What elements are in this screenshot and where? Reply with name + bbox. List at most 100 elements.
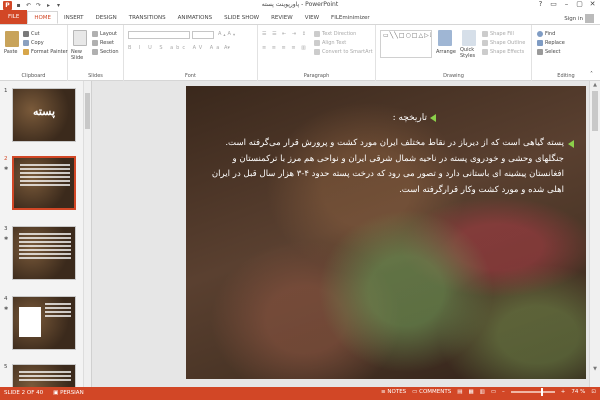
thumbnail-image[interactable] xyxy=(12,296,76,350)
sign-in-link[interactable]: Sign in xyxy=(564,14,594,23)
text-direction-button[interactable]: Text Direction xyxy=(314,31,356,37)
shape-fill-button[interactable]: Shape Fill xyxy=(482,31,514,37)
reading-view-icon[interactable]: ▥ xyxy=(480,389,485,395)
minimize-button[interactable]: – xyxy=(561,0,572,9)
replace-icon xyxy=(537,40,543,46)
animation-star-icon: ✱ xyxy=(4,306,9,312)
thumbnail-image[interactable] xyxy=(12,364,76,387)
zoom-slider[interactable] xyxy=(510,388,555,396)
slide-canvas[interactable]: تاریخچه : پسته گیاهی است که از دیرباز در… xyxy=(186,86,586,379)
notes-button[interactable]: ≡ NOTES xyxy=(381,389,406,395)
reset-icon xyxy=(92,40,98,46)
language-indicator[interactable]: ▣ PERSIAN xyxy=(53,390,84,396)
drawing-group: ▭╲╲□○□△▷☐▶╲╭╮↳⇨⇩☆{} Arrange Quick Styles… xyxy=(376,25,532,81)
list-buttons[interactable]: ☰ ☰ ⇤ ⇥ ↕ xyxy=(262,31,308,37)
tab-fileminimizer[interactable]: FILEminimizer xyxy=(325,12,376,24)
slides-group-label: Slides xyxy=(88,73,103,79)
close-button[interactable]: ✕ xyxy=(587,0,598,9)
tab-home[interactable]: HOME xyxy=(27,11,59,24)
thumbnail-number: 2 xyxy=(4,156,8,162)
quick-styles-icon[interactable] xyxy=(462,30,476,46)
paste-icon[interactable] xyxy=(5,31,19,47)
slide-sorter-icon[interactable]: ▦ xyxy=(468,389,473,395)
slide-body-textbox[interactable]: پسته گیاهی است که از دیرباز در نقاط مختل… xyxy=(200,136,574,198)
font-color-button[interactable]: A▾ xyxy=(224,45,230,51)
quick-styles-button[interactable]: Quick Styles xyxy=(460,47,480,59)
slide-heading[interactable]: تاریخچه : xyxy=(393,113,436,123)
thumbnail-scroll-thumb[interactable] xyxy=(85,93,90,129)
tab-design[interactable]: DESIGN xyxy=(90,12,123,24)
scroll-up-icon[interactable]: ▲ xyxy=(590,81,600,89)
new-slide-icon[interactable] xyxy=(73,30,87,46)
bullet-arrow-icon xyxy=(430,114,436,122)
grow-shrink-font[interactable]: A ▴ A ▾ xyxy=(218,31,235,37)
animation-star-icon: ✱ xyxy=(4,166,9,172)
tab-insert[interactable]: INSERT xyxy=(58,12,89,24)
slide-counter: SLIDE 2 OF 40 xyxy=(4,390,44,396)
paste-button[interactable]: Paste xyxy=(4,49,18,55)
thumbnail-image[interactable] xyxy=(12,226,76,280)
avatar xyxy=(585,14,594,23)
tab-view[interactable]: VIEW xyxy=(299,12,325,24)
tab-slide-show[interactable]: SLIDE SHOW xyxy=(218,12,265,24)
paragraph-group: ☰ ☰ ⇤ ⇥ ↕ ≡ ≡ ≡ ≡ ▥ Text Direction Align… xyxy=(258,25,376,81)
tab-review[interactable]: REVIEW xyxy=(265,12,299,24)
find-label: Find xyxy=(545,31,556,37)
slideshow-view-icon[interactable]: ▭ xyxy=(491,389,496,395)
thumbnail-scrollbar[interactable] xyxy=(83,81,91,387)
normal-view-icon[interactable]: ▤ xyxy=(457,389,462,395)
tab-animations[interactable]: ANIMATIONS xyxy=(172,12,219,24)
section-button[interactable]: Section xyxy=(92,49,119,55)
shape-effects-button[interactable]: Shape Effects xyxy=(482,49,524,55)
align-buttons[interactable]: ≡ ≡ ≡ ≡ ▥ xyxy=(262,45,308,51)
format-painter-button[interactable]: Format Painter xyxy=(23,49,68,55)
restore-button[interactable]: ▢ xyxy=(574,0,585,9)
slide-scrollbar[interactable]: ▲ ▼ xyxy=(589,81,600,387)
editing-group-label: Editing xyxy=(557,73,575,79)
slide-body-text: پسته گیاهی است که از دیرباز در نقاط مختل… xyxy=(211,138,564,195)
cut-button[interactable]: Cut xyxy=(23,31,40,37)
reset-button[interactable]: Reset xyxy=(92,40,114,46)
select-button[interactable]: Select xyxy=(537,49,560,55)
arrange-button[interactable]: Arrange xyxy=(436,49,456,55)
select-arrow-icon xyxy=(537,49,543,55)
comments-button[interactable]: ▭ COMMENTS xyxy=(412,389,451,395)
layout-button[interactable]: Layout xyxy=(92,31,117,37)
slide-thumbnail-pane[interactable]: 1 پسته 2 ✱ 3 ✱ 4 ✱ 5 xyxy=(0,81,92,387)
ribbon: Paste Cut Copy Format Painter Clipboard … xyxy=(0,25,600,81)
new-slide-button[interactable]: New Slide xyxy=(71,49,91,61)
cut-label: Cut xyxy=(31,31,40,37)
help-button[interactable]: ? xyxy=(535,0,546,9)
effects-icon xyxy=(482,49,488,55)
thumbnail-number: 5 xyxy=(4,364,8,370)
fit-to-window-icon[interactable]: ⊡ xyxy=(591,389,596,395)
find-button[interactable]: Find xyxy=(537,31,555,37)
copy-button[interactable]: Copy xyxy=(23,40,44,46)
font-size-input[interactable] xyxy=(192,31,214,39)
thumbnail-image[interactable] xyxy=(12,156,76,210)
tab-transitions[interactable]: TRANSITIONS xyxy=(123,12,172,24)
align-text-button[interactable]: Align Text xyxy=(314,40,346,46)
zoom-in-icon[interactable]: + xyxy=(561,389,566,395)
window-controls: ? ▭ – ▢ ✕ xyxy=(535,0,598,9)
thumbnail-image[interactable]: پسته xyxy=(12,88,76,142)
outline-icon xyxy=(482,40,488,46)
zoom-out-icon[interactable]: – xyxy=(502,389,505,395)
tab-file[interactable]: FILE xyxy=(0,10,28,24)
arrange-icon[interactable] xyxy=(438,30,452,46)
convert-smartart-button[interactable]: Convert to SmartArt xyxy=(314,49,373,55)
font-style-buttons[interactable]: B I U S abc AV Aa xyxy=(128,45,222,51)
replace-button[interactable]: Replace xyxy=(537,40,565,46)
ribbon-display-button[interactable]: ▭ xyxy=(548,0,559,9)
zoom-level[interactable]: 74 % xyxy=(571,389,585,395)
shape-outline-button[interactable]: Shape Outline xyxy=(482,40,525,46)
scroll-down-icon[interactable]: ▼ xyxy=(590,365,600,373)
shape-fill-label: Shape Fill xyxy=(490,31,514,37)
slide-scroll-thumb[interactable] xyxy=(592,91,598,131)
drawing-group-label: Drawing xyxy=(443,73,464,79)
font-name-input[interactable] xyxy=(128,31,190,39)
zoom-slider-handle[interactable] xyxy=(540,388,543,396)
comments-label: COMMENTS xyxy=(419,389,452,395)
shapes-gallery[interactable]: ▭╲╲□○□△▷☐▶╲╭╮↳⇨⇩☆{} xyxy=(380,30,432,58)
slide-heading-text: تاریخچه : xyxy=(392,113,427,123)
